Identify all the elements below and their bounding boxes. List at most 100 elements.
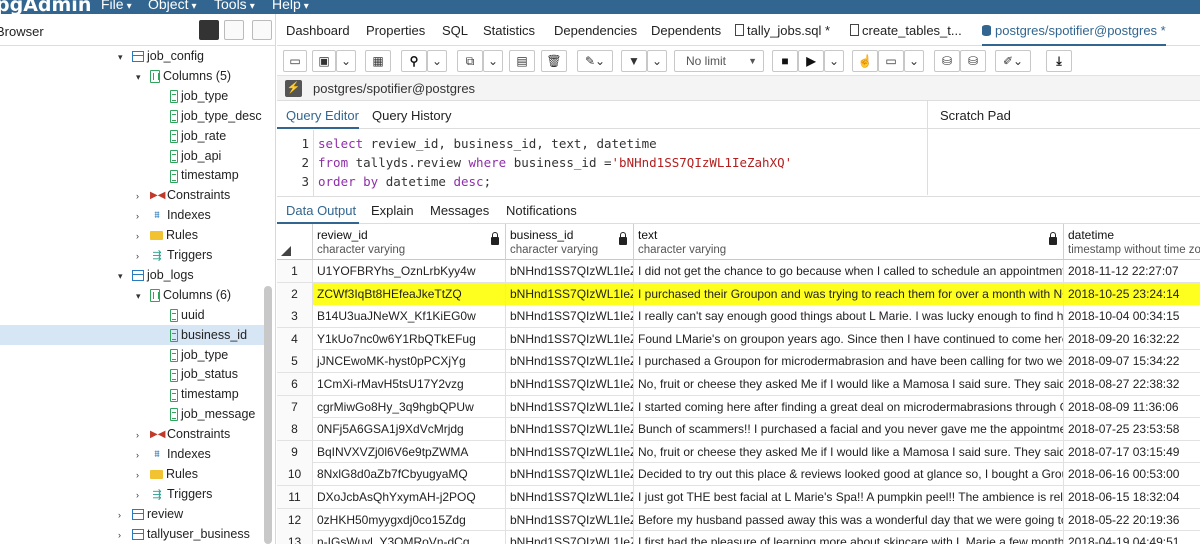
chevron-right-icon[interactable]: ›	[136, 465, 150, 485]
cell-datetime[interactable]: 2018-06-15 18:32:04	[1064, 486, 1200, 508]
sql-editor[interactable]: 1 select review_id, business_id, text, da…	[277, 130, 927, 196]
tab-postgres-spotifier-postgres[interactable]: postgres/spotifier@postgres *	[982, 14, 1166, 46]
cell-datetime[interactable]: 2018-06-16 00:53:00	[1064, 463, 1200, 485]
chevron-down-icon[interactable]: ▾	[118, 266, 132, 286]
cell-text[interactable]: Bunch of scammers!! I purchased a facial…	[634, 418, 1064, 441]
tab-sql[interactable]: SQL	[442, 14, 468, 46]
tree-node[interactable]: ▾ Columns (5)	[136, 66, 231, 86]
table-row[interactable]: 6 1CmXi-rMavH5tsU17Y2vzg bNHnd1SS7QIzWL1Ie…	[277, 373, 1200, 396]
column-header-business-id[interactable]: business_id character varying	[506, 224, 634, 260]
cell-business-id[interactable]: bNHnd1SS7QIzWL1IeZ...	[506, 282, 634, 305]
table-row[interactable]: 5 jJNCEwoMK-hyst0pPCXjYg bNHnd1SS7QIzWL1Ie…	[277, 350, 1200, 373]
row-number[interactable]: 10	[277, 463, 313, 486]
tree-node[interactable]: › Rules	[136, 225, 198, 245]
tree-node[interactable]: job_rate	[156, 126, 226, 146]
tree-node[interactable]: › Rules	[136, 464, 198, 484]
rollback-icon[interactable]: ⛁	[960, 50, 986, 72]
cell-business-id[interactable]: bNHnd1SS7QIzWL1IeZ...	[506, 531, 634, 544]
row-number[interactable]: 12	[277, 508, 313, 531]
cell-review-id[interactable]: cgrMiwGo8Hy_3q9hgbQPUw	[313, 395, 506, 418]
explain-analyze-icon[interactable]: ▭	[878, 50, 904, 72]
menu-object[interactable]: Object ▾	[148, 0, 197, 12]
cell-business-id[interactable]: bNHnd1SS7QIzWL1IeZ...	[506, 395, 634, 418]
cell-text[interactable]: Before my husband passed away this was a…	[634, 508, 1064, 531]
tab-statistics[interactable]: Statistics	[483, 14, 535, 46]
tab-tally-jobs-sql[interactable]: tally_jobs.sql *	[735, 14, 830, 46]
chevron-right-icon[interactable]: ›	[118, 505, 132, 525]
tree-node[interactable]: timestamp	[156, 165, 239, 185]
cell-review-id[interactable]: n-IGsWuyl_Y3QMRoVn-dCg	[313, 531, 506, 544]
code-line[interactable]: from tallyds.review where business_id ='…	[318, 155, 792, 170]
tab-notifications[interactable]: Notifications	[506, 203, 577, 218]
cell-text[interactable]: I first had the pleasure of learning mor…	[634, 531, 1064, 544]
cell-datetime[interactable]: 2018-09-07 15:34:22	[1064, 350, 1200, 372]
tree-node[interactable]: ▾ job_config	[118, 46, 204, 66]
search-objects-icon[interactable]	[252, 20, 272, 40]
cell-datetime[interactable]: 2018-07-25 23:53:58	[1064, 418, 1200, 440]
tab-dependencies[interactable]: Dependencies	[554, 14, 637, 46]
row-number[interactable]: 8	[277, 418, 313, 441]
chevron-right-icon[interactable]: ›	[118, 525, 132, 544]
cell-review-id[interactable]: Y1kUo7nc0w6Y1RbQTkEFug	[313, 327, 506, 350]
cell-business-id[interactable]: bNHnd1SS7QIzWL1IeZ...	[506, 305, 634, 328]
cell-datetime[interactable]: 2018-07-17 03:15:49	[1064, 441, 1200, 463]
cell-datetime[interactable]: 2018-05-22 20:19:36	[1064, 509, 1200, 531]
cell-business-id[interactable]: bNHnd1SS7QIzWL1IeZ...	[506, 373, 634, 395]
cell-text[interactable]: No, fruit or cheese they asked Me if I w…	[634, 373, 1064, 395]
table-row[interactable]: 12 0zHKH50myygxdj0co15Zdg bNHnd1SS7QIzWL1I…	[277, 508, 1200, 532]
copy-icon[interactable]: ⧉	[457, 50, 483, 72]
explain-icon[interactable]: ☝	[852, 50, 878, 72]
tree-node[interactable]: › ⇶ Triggers	[136, 484, 212, 504]
cell-review-id[interactable]: B14U3uaJNeWX_Kf1KiEG0w	[313, 305, 506, 328]
tree-node[interactable]: job_type	[156, 345, 228, 365]
chevron-down-icon[interactable]: ▾	[118, 47, 132, 67]
row-number[interactable]: 9	[277, 440, 313, 463]
tree-node[interactable]: job_message	[156, 404, 255, 424]
limit-select[interactable]: No limit ▼	[674, 50, 764, 72]
tree-node[interactable]: uuid	[156, 305, 205, 325]
column-header-text[interactable]: text character varying	[634, 224, 1064, 260]
cell-datetime[interactable]: 2018-08-27 22:38:32	[1064, 373, 1200, 395]
table-row[interactable]: 11 DXoJcbAsQhYxymAH-j2POQ bNHnd1SS7QIzWL1I…	[277, 486, 1200, 509]
cell-business-id[interactable]: bNHnd1SS7QIzWL1IeZ...	[506, 486, 634, 508]
code-line[interactable]: select review_id, business_id, text, dat…	[318, 136, 657, 151]
cell-text[interactable]: I purchased their Groupon and was trying…	[634, 282, 1064, 305]
row-number[interactable]: 13	[277, 531, 313, 544]
tab-query-editor[interactable]: Query Editor	[286, 108, 359, 123]
table-row[interactable]: 2 ZCWf3IqBt8HEfeaJkeTtZQ bNHnd1SS7QIzWL1Ie…	[277, 282, 1200, 306]
cell-text[interactable]: No, fruit or cheese they asked Me if I w…	[634, 440, 1064, 463]
cell-review-id[interactable]: DXoJcbAsQhYxymAH-j2POQ	[313, 486, 506, 508]
tab-create-tables-t[interactable]: create_tables_t...	[850, 14, 962, 46]
chevron-down-icon[interactable]: ▾	[136, 67, 150, 87]
cell-text[interactable]: I really can't say enough good things ab…	[634, 305, 1064, 328]
paste-icon[interactable]: ▤	[509, 50, 535, 72]
column-header-review-id[interactable]: review_id character varying	[313, 224, 506, 260]
tree-node[interactable]: job_type	[156, 86, 228, 106]
tree-node[interactable]: › ▶◀ Constraints	[136, 185, 230, 205]
cell-review-id[interactable]: U1YOFBRYhs_OznLrbKyy4w	[313, 260, 506, 282]
filter-icon[interactable]: ▼	[621, 50, 647, 72]
cell-datetime[interactable]: 2018-10-25 23:24:14	[1064, 282, 1200, 305]
cell-business-id[interactable]: bNHnd1SS7QIzWL1IeZ...	[506, 463, 634, 486]
tree-node[interactable]: › ⩩ Indexes	[136, 205, 211, 225]
chevron-right-icon[interactable]: ›	[136, 425, 150, 445]
cell-business-id[interactable]: bNHnd1SS7QIzWL1IeZ...	[506, 350, 634, 373]
tree-node[interactable]: › review	[118, 504, 183, 524]
tree-node[interactable]: › ⇶ Triggers	[136, 245, 212, 265]
filter-dropdown-chevron-icon[interactable]: ⌄	[647, 50, 667, 72]
stop-icon[interactable]: ■	[772, 50, 798, 72]
browser-scrollbar[interactable]	[264, 286, 272, 544]
cell-review-id[interactable]: 8NxlG8d0aZb7fCbyugyaMQ	[313, 463, 506, 486]
cell-datetime[interactable]: 2018-09-20 16:32:22	[1064, 328, 1200, 350]
chevron-down-icon[interactable]: ▾	[136, 286, 150, 306]
tree-node[interactable]: › tallyuser_business	[118, 524, 250, 544]
edit-icon[interactable]: ✎⌄	[577, 50, 613, 72]
explain-dropdown-chevron-icon[interactable]: ⌄	[904, 50, 924, 72]
tab-query-history[interactable]: Query History	[372, 108, 451, 123]
cell-text[interactable]: Decided to try out this place & reviews …	[634, 463, 1064, 486]
table-row[interactable]: 3 B14U3uaJNeWX_Kf1KiEG0w bNHnd1SS7QIzWL1Ie…	[277, 305, 1200, 328]
copy-dropdown-chevron-icon[interactable]: ⌄	[483, 50, 503, 72]
commit-icon[interactable]: ⛁	[934, 50, 960, 72]
cell-review-id[interactable]: BqINVXVZj0l6V6e9tpZWMA	[313, 440, 506, 463]
tab-messages[interactable]: Messages	[430, 203, 489, 218]
